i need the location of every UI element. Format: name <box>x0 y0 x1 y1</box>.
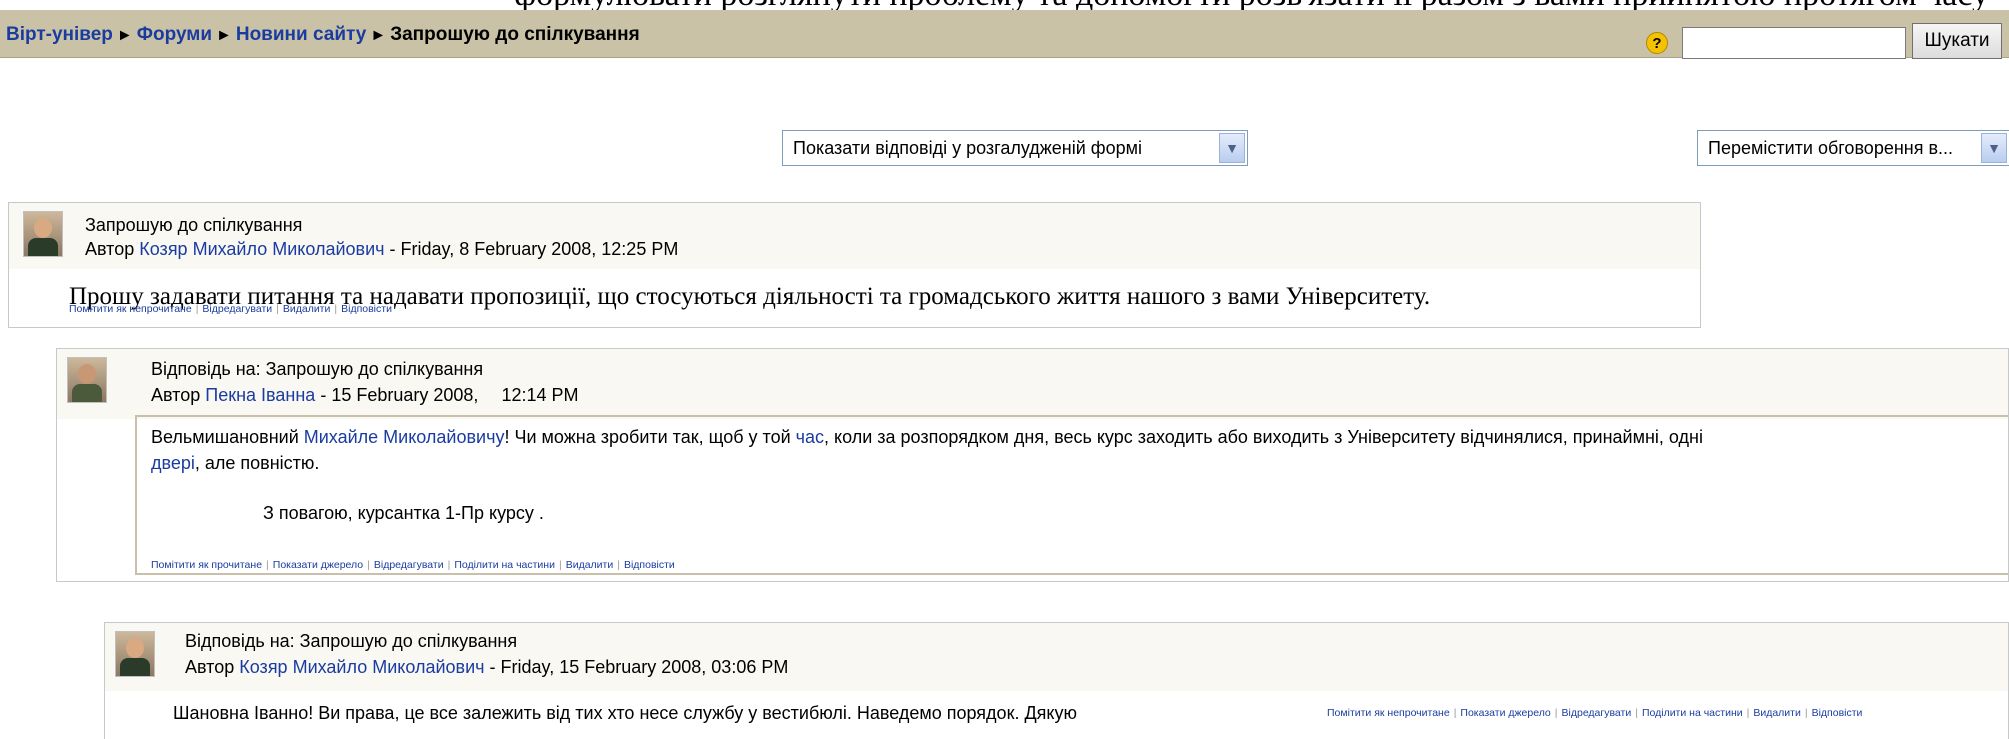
post-subject: Відповідь на: Запрошую до спілкування <box>151 359 484 379</box>
chevron-down-icon[interactable]: ▼ <box>1219 133 1245 163</box>
message-link[interactable]: час <box>796 427 824 447</box>
post-message-line: двері, але повністю. <box>151 453 319 474</box>
post-subject: Відповідь на: Запрошую до спілкування <box>185 631 518 651</box>
post-commands: Помітити як непрочитане | Показати джерело… <box>1327 707 1863 719</box>
message-link[interactable]: Михайле Миколайовичу <box>304 427 505 447</box>
breadcrumb-link-forums[interactable]: Форуми <box>137 24 212 45</box>
author-prefix: Автор <box>85 239 135 259</box>
clipped-header-text: формулювати розглянути проблему та допом… <box>0 0 2009 10</box>
forum-post: Відповідь на: Запрошую до спілкування Ав… <box>56 348 2009 582</box>
edit-link[interactable]: Відредагувати <box>374 559 444 571</box>
avatar[interactable] <box>67 357 107 403</box>
delete-link[interactable]: Видалити <box>1753 707 1801 719</box>
post-commands: Помітити як непрочитане | Відредагувати | Ви… <box>69 303 392 315</box>
breadcrumb-link-site-news[interactable]: Новини сайту <box>236 24 367 45</box>
post-subject: Запрошую до спілкування <box>85 215 303 235</box>
move-discussion-select[interactable]: Перемістити обговорення в... ▼ <box>1697 130 2009 166</box>
search-input[interactable] <box>1682 27 1906 59</box>
mark-unread-link[interactable]: Помітити як непрочитане <box>1327 707 1450 719</box>
mark-unread-link[interactable]: Помітити як непрочитане <box>69 303 192 315</box>
author-link[interactable]: Козяр Михайло Миколайович <box>239 657 484 677</box>
message-text: , коли за розпорядком дня, весь курс зах… <box>824 427 1703 447</box>
post-message-line: Вельмишановний Михайле Миколайовичу! Чи … <box>151 427 1703 448</box>
search-button[interactable]: Шукати <box>1912 23 2002 59</box>
post-author-line: Автор Козяр Михайло Миколайович - Friday… <box>185 657 788 678</box>
split-link[interactable]: Поділити на частини <box>454 559 555 571</box>
avatar[interactable] <box>23 211 63 257</box>
post-date: - Friday, 8 February 2008, 12:25 PM <box>389 239 679 259</box>
forum-post: Відповідь на: Запрошую до спілкування Ав… <box>104 622 2009 739</box>
post-date: - 15 February 2008, <box>320 385 479 405</box>
breadcrumb-separator: ► <box>116 27 133 44</box>
post-message: Шановна Іванно! Ви права, це все залежит… <box>173 703 1077 723</box>
author-prefix: Автор <box>185 657 235 677</box>
breadcrumb-separator: ► <box>370 27 387 44</box>
message-text: Вельмишановний <box>151 427 304 447</box>
author-prefix: Автор <box>151 385 201 405</box>
post-date: - Friday, 15 February 2008, 03:06 PM <box>489 657 789 677</box>
edit-link[interactable]: Відредагувати <box>202 303 272 315</box>
help-icon[interactable]: ? <box>1646 32 1668 54</box>
split-link[interactable]: Поділити на частини <box>1642 707 1743 719</box>
navbar: Вірт-універ ► Форуми ► Новини сайту ► Запрошую… <box>0 10 2009 59</box>
post-author-line: Автор Пекна Іванна - 15 February 2008, 1… <box>151 385 578 406</box>
reply-link[interactable]: Відповісти <box>624 559 675 571</box>
breadcrumb: Вірт-універ ► Форуми ► Новини сайту ► Запрошую… <box>6 24 640 46</box>
post-author-line: Автор Козяр Михайло Миколайович - Friday… <box>85 239 678 260</box>
post-message-box: Вельмишановний Михайле Миколайовичу! Чи … <box>135 415 2008 575</box>
forum-post: Запрошую до спілкування Автор Козяр Миха… <box>8 202 1701 328</box>
author-link[interactable]: Козяр Михайло Миколайович <box>139 239 384 259</box>
message-text: , але повністю. <box>194 453 320 473</box>
display-mode-selected: Показати відповіді у розгалудженій формі <box>793 138 1142 158</box>
reply-link[interactable]: Відповісти <box>341 303 392 315</box>
post-commands: Помітити як прочитане | Показати джерело | В… <box>151 559 675 571</box>
breadcrumb-link-virt-univer[interactable]: Вірт-універ <box>6 24 113 45</box>
breadcrumb-current: Запрошую до спілкування <box>390 24 640 45</box>
chevron-down-icon[interactable]: ▼ <box>1981 133 2007 163</box>
post-time: 12:14 PM <box>501 385 579 405</box>
post-signature: З повагою, курсантка 1-Пр курсу . <box>263 503 544 523</box>
edit-link[interactable]: Відредагувати <box>1562 707 1632 719</box>
move-discussion-selected: Перемістити обговорення в... <box>1708 138 1954 158</box>
delete-link[interactable]: Видалити <box>566 559 614 571</box>
show-source-link[interactable]: Показати джерело <box>273 559 363 571</box>
display-mode-select[interactable]: Показати відповіді у розгалудженій формі… <box>782 130 1248 166</box>
show-source-link[interactable]: Показати джерело <box>1460 707 1550 719</box>
author-link[interactable]: Пекна Іванна <box>205 385 315 405</box>
delete-link[interactable]: Видалити <box>283 303 331 315</box>
message-text: ! Чи можна зробити так, щоб у той <box>504 427 796 447</box>
avatar[interactable] <box>115 631 155 677</box>
reply-link[interactable]: Відповісти <box>1812 707 1863 719</box>
message-link[interactable]: двері <box>151 453 195 473</box>
mark-read-link[interactable]: Помітити як прочитане <box>151 559 262 571</box>
breadcrumb-separator: ► <box>216 27 232 44</box>
